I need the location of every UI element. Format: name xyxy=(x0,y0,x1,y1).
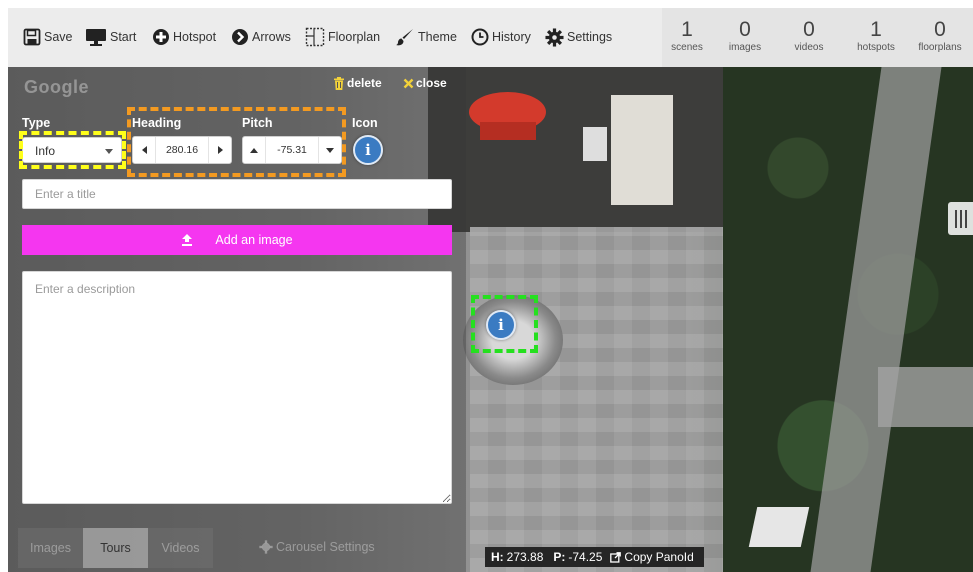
grip-bar xyxy=(955,209,957,228)
add-image-button[interactable]: Add an image xyxy=(22,225,452,255)
plaza-texture xyxy=(470,227,730,572)
settings-label: Settings xyxy=(567,30,613,44)
start-label: Start xyxy=(110,30,137,44)
app-window: Save Start Hotspot Arrows Floorplan Them… xyxy=(0,0,973,572)
red-pavilion-base xyxy=(480,122,536,140)
stat-value: 1 xyxy=(870,18,882,41)
add-image-label: Add an image xyxy=(215,233,293,247)
brush-icon xyxy=(396,29,413,46)
trash-icon xyxy=(334,76,344,90)
google-watermark: Google xyxy=(24,77,89,97)
history-label: History xyxy=(492,30,531,44)
hotspot-label: Hotspot xyxy=(173,30,217,44)
park-path-branch xyxy=(878,367,973,427)
save-button[interactable]: Save xyxy=(23,25,73,49)
stat-value: 0 xyxy=(739,18,751,41)
orientation-statusbar: H: 273.88 P: -74.25 Copy PanoId xyxy=(485,547,704,567)
icon-label: Icon xyxy=(352,116,378,130)
stat-videos[interactable]: 0 videos xyxy=(784,18,834,54)
stat-label: hotspots xyxy=(857,42,895,53)
type-highlight-box xyxy=(19,131,126,169)
clock-icon xyxy=(471,28,489,46)
gear-icon xyxy=(259,540,273,554)
close-button[interactable]: close xyxy=(403,74,447,92)
stat-scenes[interactable]: 1 scenes xyxy=(662,18,712,54)
p-value: -74.25 xyxy=(568,550,603,564)
delete-button[interactable]: delete xyxy=(333,74,382,92)
arrows-label: Arrows xyxy=(252,30,291,44)
stat-label: floorplans xyxy=(918,42,962,53)
close-label: close xyxy=(416,76,447,90)
type-label: Type xyxy=(22,116,51,130)
monitor-icon xyxy=(86,29,106,46)
stat-value: 0 xyxy=(803,18,815,41)
floorplan-icon xyxy=(305,27,325,47)
theme-label: Theme xyxy=(418,30,457,44)
stat-images[interactable]: 0 images xyxy=(720,18,770,54)
theme-button[interactable]: Theme xyxy=(395,25,457,49)
orientation-highlight-box xyxy=(127,107,346,177)
upload-icon xyxy=(182,234,193,246)
external-link-icon xyxy=(610,551,622,563)
grip-bar xyxy=(960,209,962,228)
carousel-settings-label: Carousel Settings xyxy=(276,540,375,554)
floorplan-button[interactable]: Floorplan xyxy=(305,25,380,49)
stat-value: 1 xyxy=(681,18,693,41)
stats-bar: 1 scenes 0 images 0 videos 1 hotspots 0 … xyxy=(662,8,973,67)
description-textarea[interactable] xyxy=(22,271,452,504)
icon-picker-glyph: i xyxy=(365,141,371,159)
side-panel-handle[interactable] xyxy=(948,202,973,235)
p-label: P: xyxy=(553,550,566,564)
copy-panoid-button[interactable]: Copy PanoId xyxy=(610,550,694,564)
tab-images[interactable]: Images xyxy=(18,528,83,568)
save-label: Save xyxy=(44,30,73,44)
delete-label: delete xyxy=(347,76,382,90)
grip-bar xyxy=(965,209,967,228)
tab-videos[interactable]: Videos xyxy=(148,528,213,568)
icon-picker-info-icon[interactable]: i xyxy=(353,135,383,165)
gear-icon xyxy=(545,27,564,47)
start-button[interactable]: Start xyxy=(85,25,136,49)
carousel-settings-button[interactable]: Carousel Settings xyxy=(259,540,375,554)
h-label: H: xyxy=(491,550,504,564)
hotspot-button[interactable]: Hotspot xyxy=(152,25,216,49)
bottom-tabs: Images Tours Videos xyxy=(18,528,213,568)
stat-hotspots[interactable]: 1 hotspots xyxy=(846,18,906,54)
stat-label: scenes xyxy=(671,42,703,53)
plus-circle-icon xyxy=(153,29,169,45)
history-button[interactable]: History xyxy=(471,25,531,49)
copy-panoid-label: Copy PanoId xyxy=(624,550,694,564)
h-value: 273.88 xyxy=(506,550,544,564)
stat-value: 0 xyxy=(934,18,946,41)
corner-tent xyxy=(748,507,810,547)
title-input[interactable] xyxy=(22,179,452,209)
floorplan-label: Floorplan xyxy=(328,30,381,44)
stat-label: images xyxy=(728,42,762,53)
settings-button[interactable]: Settings xyxy=(545,25,612,49)
arrow-circle-icon xyxy=(232,29,248,45)
panorama-viewer[interactable]: Google i delete close Type Heading Pitch… xyxy=(8,67,973,572)
toolbar: Save Start Hotspot Arrows Floorplan Them… xyxy=(8,8,973,67)
stat-floorplans[interactable]: 0 floorplans xyxy=(910,18,970,54)
hotspot-highlight-box xyxy=(471,295,538,353)
arrows-button[interactable]: Arrows xyxy=(231,25,291,49)
save-icon xyxy=(23,28,41,46)
small-white-tent xyxy=(583,127,607,161)
white-tent xyxy=(611,95,673,205)
stat-label: videos xyxy=(794,42,824,53)
close-icon xyxy=(403,78,414,88)
tab-tours[interactable]: Tours xyxy=(83,528,148,568)
